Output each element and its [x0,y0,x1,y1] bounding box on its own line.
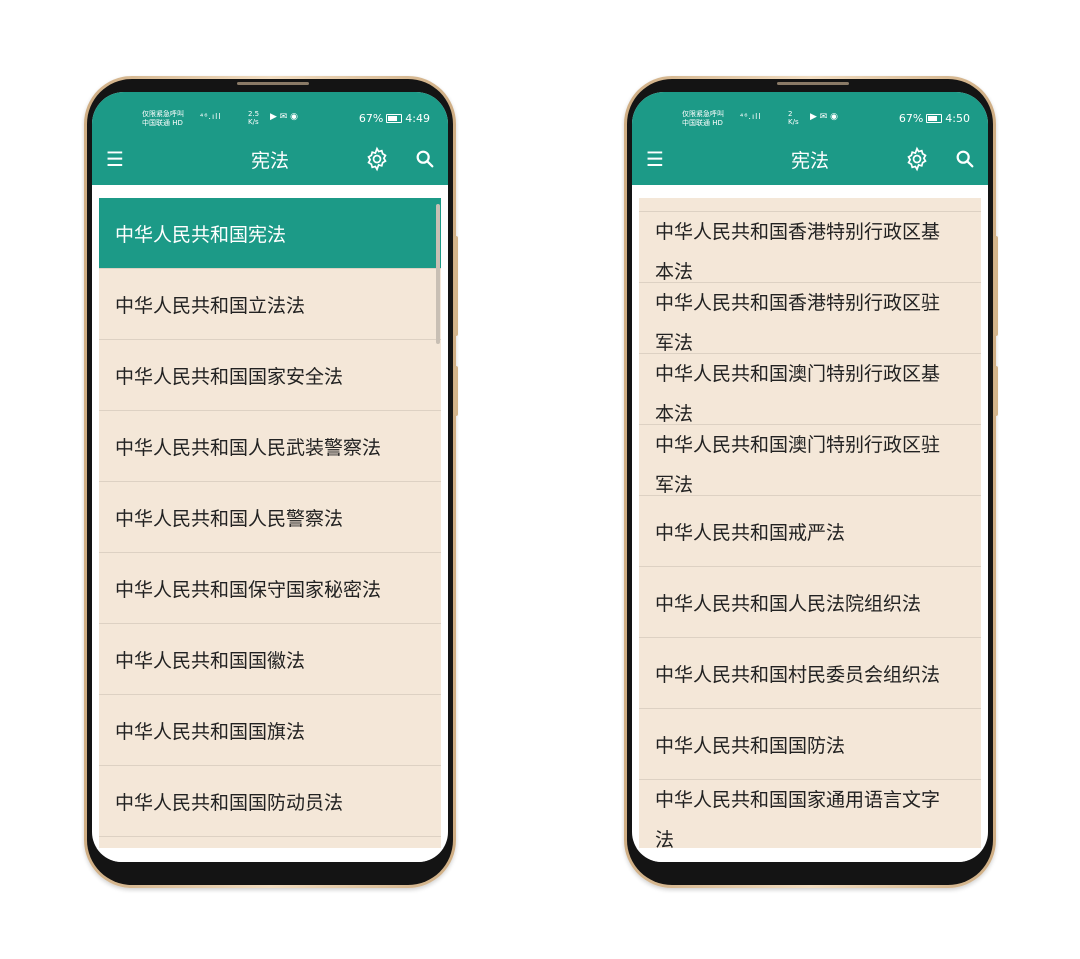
signal-icon: ⁴⁶.ıll [200,112,222,121]
search-icon[interactable] [414,148,436,170]
list-item-label: 中华人民共和国国防法 [655,734,846,757]
list-item[interactable]: 中华人民共和国村民委员会组织法 [639,638,981,709]
volume-button [454,366,458,416]
list-item-label: 中华人民共和国宪法 [115,223,287,246]
screen: 仅限紧急呼叫 中国联通 HD ⁴⁶.ıll 2 K/s ▶ ✉ ◉ 67% 4:… [632,92,988,862]
earpiece-speaker [237,82,309,85]
net-speed: 2.5 K/s [248,110,259,126]
carrier-info: 仅限紧急呼叫 中国联通 HD [682,110,724,128]
list-item[interactable]: 中华人民共和国澳门特别行政区驻 军法 [639,425,981,496]
list-item-partial[interactable] [639,198,981,212]
earpiece-speaker [777,82,849,85]
signal-icon: ⁴⁶.ıll [740,112,762,121]
list-item-label: 中华人民共和国人民法院组织法 [655,592,922,615]
volume-button [994,366,998,416]
list-item[interactable]: 中华人民共和国立法法 [99,269,441,340]
list-item-label: 中华人民共和国香港特别行政区基 本法 [655,221,941,283]
toolbar: ☰ 宪法 [632,140,988,180]
app-header: 仅限紧急呼叫 中国联通 HD ⁴⁶.ıll 2 K/s ▶ ✉ ◉ 67% 4:… [632,92,988,185]
list-item-label: 中华人民共和国国旗法 [115,720,306,743]
page-title: 宪法 [790,150,829,172]
list-item[interactable]: 中华人民共和国人民武装警察法 [99,411,441,482]
list-item-label: 中华人民共和国戒严法 [655,521,846,544]
list-item[interactable]: 中华人民共和国香港特别行政区基 本法 [639,212,981,283]
list-item[interactable]: 中华人民共和国人民法院组织法 [639,567,981,638]
list-item-label: 中华人民共和国人民武装警察法 [115,436,382,459]
power-button [994,236,998,336]
net-speed-unit: K/s [788,118,799,126]
list-item[interactable]: 中华人民共和国香港特别行政区驻 军法 [639,283,981,354]
list-item[interactable]: 中华人民共和国保守国家秘密法 [99,553,441,624]
phone-left: 仅限紧急呼叫 中国联通 HD ⁴⁶.ıll 2.5 K/s ▶ ✉ ◉ 67% … [84,76,458,888]
battery-icon [926,114,943,123]
phone-bezel: 仅限紧急呼叫 中国联通 HD ⁴⁶.ıll 2 K/s ▶ ✉ ◉ 67% 4:… [627,79,993,885]
list-item-label: 中华人民共和国香港特别行政区驻 军法 [655,292,941,354]
carrier-line-2: 中国联通 HD [682,119,723,127]
list-item-label: 中华人民共和国国防动员法 [115,791,344,814]
list-item-label: 中华人民共和国村民委员会组织法 [655,663,941,686]
list-item[interactable]: 中华人民共和国澳门特别行政区基 本法 [639,354,981,425]
list-item[interactable]: 中华人民共和国人民警察法 [99,482,441,553]
net-speed: 2 K/s [788,110,799,126]
nav-bar [92,848,448,862]
status-bar: 仅限紧急呼叫 中国联通 HD ⁴⁶.ıll 2 K/s ▶ ✉ ◉ 67% 4:… [632,110,988,130]
battery-icon [386,114,403,123]
law-list: 中华人民共和国香港特别行政区基 本法 中华人民共和国香港特别行政区驻 军法 中华人民… [639,198,981,848]
battery-percent: 67% [898,112,924,125]
nav-bar [632,848,988,862]
list-item[interactable]: 中华人民共和国国防动员法 [99,766,441,837]
law-list: 中华人民共和国宪法 中华人民共和国立法法 中华人民共和国国家安全法 中华人民共和… [99,198,441,848]
list-item[interactable]: 中华人民共和国国家通用语言文字法 [639,780,981,848]
notification-icons: ▶ ✉ ◉ [810,112,839,122]
battery-status: 67% 4:49 [359,112,430,125]
clock: 4:50 [945,112,970,125]
list-item-label: 中华人民共和国国徽法 [115,649,306,672]
list-item-label: 中华人民共和国澳门特别行政区基 本法 [655,363,941,425]
screen: 仅限紧急呼叫 中国联通 HD ⁴⁶.ıll 2.5 K/s ▶ ✉ ◉ 67% … [92,92,448,862]
carrier-line-1: 仅限紧急呼叫 [682,110,724,118]
search-icon[interactable] [954,148,976,170]
battery-status: 67% 4:50 [899,112,970,125]
list-item[interactable]: 中华人民共和国国防法 [639,709,981,780]
list-item-label: 中华人民共和国国家安全法 [115,365,344,388]
list-item[interactable]: 中华人民共和国宪法 [99,198,441,269]
list-item-label: 中华人民共和国澳门特别行政区驻 军法 [655,434,941,496]
carrier-info: 仅限紧急呼叫 中国联通 HD [142,110,184,128]
carrier-line-2: 中国联通 HD [142,119,183,127]
notification-icons: ▶ ✉ ◉ [270,112,299,122]
status-bar: 仅限紧急呼叫 中国联通 HD ⁴⁶.ıll 2.5 K/s ▶ ✉ ◉ 67% … [92,110,448,130]
power-button [454,236,458,336]
toolbar: ☰ 宪法 [92,140,448,180]
list-item[interactable]: 中华人民共和国国旗法 [99,695,441,766]
app-header: 仅限紧急呼叫 中国联通 HD ⁴⁶.ıll 2.5 K/s ▶ ✉ ◉ 67% … [92,92,448,185]
phone-right: 仅限紧急呼叫 中国联通 HD ⁴⁶.ıll 2 K/s ▶ ✉ ◉ 67% 4:… [624,76,998,888]
net-speed-value: 2.5 [248,110,260,118]
list-item[interactable]: 中华人民共和国国徽法 [99,624,441,695]
net-speed-unit: K/s [248,118,259,126]
list-item-label: 中华人民共和国人民警察法 [115,507,344,530]
list-item[interactable]: 中华人民共和国国家安全法 [99,340,441,411]
gear-icon[interactable] [904,146,930,172]
list-item[interactable]: 中华人民共和国戒严法 [639,496,981,567]
list-item-label: 中华人民共和国立法法 [115,294,306,317]
carrier-line-1: 仅限紧急呼叫 [142,110,184,118]
battery-percent: 67% [358,112,384,125]
page-title: 宪法 [250,150,289,172]
list-item-label: 中华人民共和国保守国家秘密法 [115,578,382,601]
list-item-label: 中华人民共和国国家通用语言文字法 [655,789,941,848]
net-speed-value: 2 [788,110,793,118]
gear-icon[interactable] [364,146,390,172]
scrollbar[interactable] [436,204,440,344]
phone-bezel: 仅限紧急呼叫 中国联通 HD ⁴⁶.ıll 2.5 K/s ▶ ✉ ◉ 67% … [87,79,453,885]
clock: 4:49 [405,112,430,125]
